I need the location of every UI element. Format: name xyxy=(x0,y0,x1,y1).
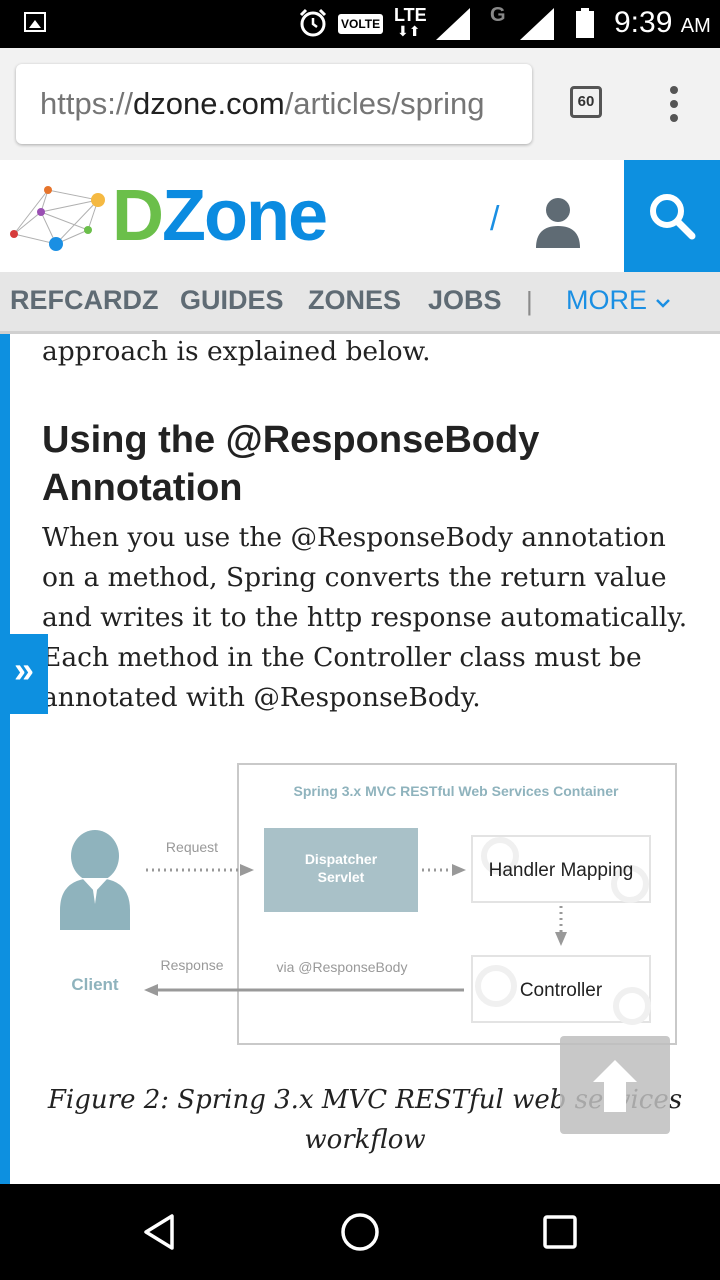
search-button[interactable] xyxy=(624,160,720,272)
network-g-label: G xyxy=(490,4,506,26)
side-panel-toggle[interactable]: » xyxy=(0,634,48,714)
recents-icon[interactable] xyxy=(542,1214,578,1250)
nav-separator: | xyxy=(526,286,533,316)
request-label: Request xyxy=(166,839,218,855)
volte-badge: VOLTE xyxy=(338,14,384,34)
dzone-logo-mark[interactable] xyxy=(6,182,110,252)
back-icon[interactable] xyxy=(142,1214,178,1250)
nav-more-menu[interactable]: MORE xyxy=(566,284,671,316)
nav-item-guides[interactable]: GUIDES xyxy=(180,284,284,316)
lte-label: LTE xyxy=(394,5,427,25)
signal-icon-2 xyxy=(520,8,554,40)
nav-item-jobs[interactable]: JOBS xyxy=(428,284,502,316)
site-nav: REFCARDZ GUIDES ZONES JOBS | MORE xyxy=(0,272,720,334)
dispatcher-line-2: Servlet xyxy=(318,869,365,885)
client-label: Client xyxy=(71,975,119,994)
search-icon xyxy=(650,194,696,240)
scroll-to-top-button[interactable] xyxy=(560,1036,670,1134)
battery-icon xyxy=(576,8,594,38)
container-title: Spring 3.x MVC RESTful Web Services Cont… xyxy=(294,783,619,799)
system-nav-bar xyxy=(0,1184,720,1280)
via-responsebody-label: via @ResponseBody xyxy=(277,959,408,975)
overflow-menu-icon[interactable] xyxy=(666,86,682,122)
spring-mvc-diagram: Spring 3.x MVC RESTful Web Services Cont… xyxy=(60,763,677,1045)
client-icon xyxy=(60,830,130,930)
handler-mapping-label: Handler Mapping xyxy=(489,860,634,881)
clock: 9:39 AM xyxy=(614,6,711,39)
left-accent-bar xyxy=(0,334,10,1184)
arrow-up-icon xyxy=(593,1060,637,1112)
dispatcher-line-1: Dispatcher xyxy=(305,851,378,867)
chevron-down-icon xyxy=(655,299,670,308)
nav-item-zones[interactable]: ZONES xyxy=(308,284,401,316)
gallery-icon xyxy=(24,12,46,32)
url-text[interactable]: https://dzone.com/articles/spring xyxy=(40,84,485,124)
tab-switcher-button[interactable]: 60 xyxy=(570,86,602,118)
article-paragraph: When you use the @ResponseBody annotatio… xyxy=(42,522,688,713)
article-content: approach is explained below. Using the @… xyxy=(0,334,720,1184)
nav-item-refcardz[interactable]: REFCARDZ xyxy=(10,284,159,316)
signal-icon xyxy=(436,8,470,40)
response-label: Response xyxy=(160,957,223,973)
dzone-logo-text[interactable]: DZone xyxy=(112,174,328,258)
alarm-icon xyxy=(299,8,327,37)
article-prev-line: approach is explained below. xyxy=(42,336,431,367)
controller-label: Controller xyxy=(520,980,603,1001)
data-arrows-icon: ⬇⬆ xyxy=(397,23,421,39)
status-bar: VOLTE LTE ⬇⬆ G 9:39 AM xyxy=(0,0,720,48)
home-icon[interactable] xyxy=(340,1212,380,1252)
section-heading: Using the @ResponseBody Annotation xyxy=(42,419,540,509)
url-field[interactable]: https://dzone.com/articles/spring xyxy=(16,64,532,144)
browser-toolbar: https://dzone.com/articles/spring 60 xyxy=(0,48,720,160)
header-slash: / xyxy=(490,200,500,238)
site-header: DZone / xyxy=(0,160,720,272)
user-icon[interactable] xyxy=(534,196,582,248)
